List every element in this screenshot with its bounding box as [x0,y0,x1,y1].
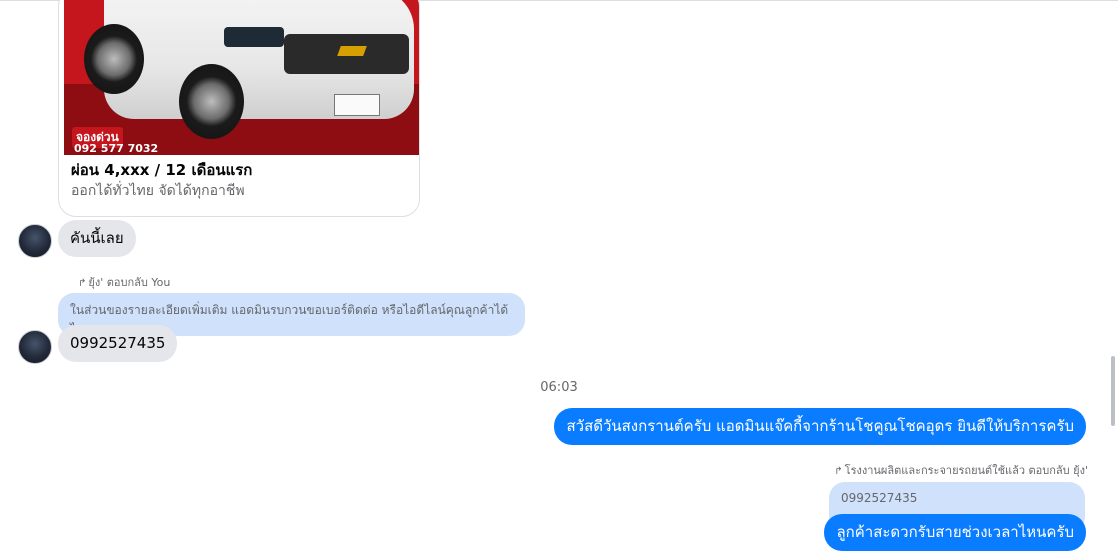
car-wheel-rear [84,24,144,94]
product-image[interactable]: จองด่วน 092 577 7032 [64,0,419,155]
car-headlight [224,27,284,47]
incoming-message[interactable]: 0992527435 [58,325,178,362]
license-plate [334,94,380,116]
reply-label-text: โรงงานผลิตและกระจายรถยนต์ใช้แล้ว ตอบกลับ… [844,464,1088,477]
car-wheel-front [179,64,244,139]
promo-phone: 092 577 7032 [74,142,159,155]
card-subtitle: ออกได้ทั่วไทย จัดได้ทุกอาชีพ [71,183,245,199]
reply-label: ↱ โรงงานผลิตและกระจายรถยนต์ใช้แล้ว ตอบกลั… [834,461,1088,479]
reply-label: ↱ ยุ้ง' ตอบกลับ You [78,273,170,291]
avatar[interactable] [18,224,52,258]
reply-arrow-icon: ↱ [78,278,87,289]
outgoing-message[interactable]: ลูกค้าสะดวกรับสายช่วงเวลาไหนครับ [824,514,1086,551]
reply-label-text: ยุ้ง' ตอบกลับ You [88,276,171,289]
timestamp: 06:03 [540,380,578,395]
product-card[interactable]: จองด่วน 092 577 7032 ผ่อน 4,xxx / 12 เดื… [58,0,420,217]
outgoing-message[interactable]: สวัสดีวันสงกรานต์ครับ แอดมินแจ๊คกี้จากร้… [554,408,1086,445]
avatar[interactable] [18,330,52,364]
car-badge-icon [337,46,367,56]
incoming-message[interactable]: คันนี้เลย [58,220,136,257]
card-title: ผ่อน 4,xxx / 12 เดือนแรก [71,161,253,179]
scrollbar-thumb[interactable] [1111,356,1115,426]
reply-arrow-icon: ↱ [834,466,843,477]
